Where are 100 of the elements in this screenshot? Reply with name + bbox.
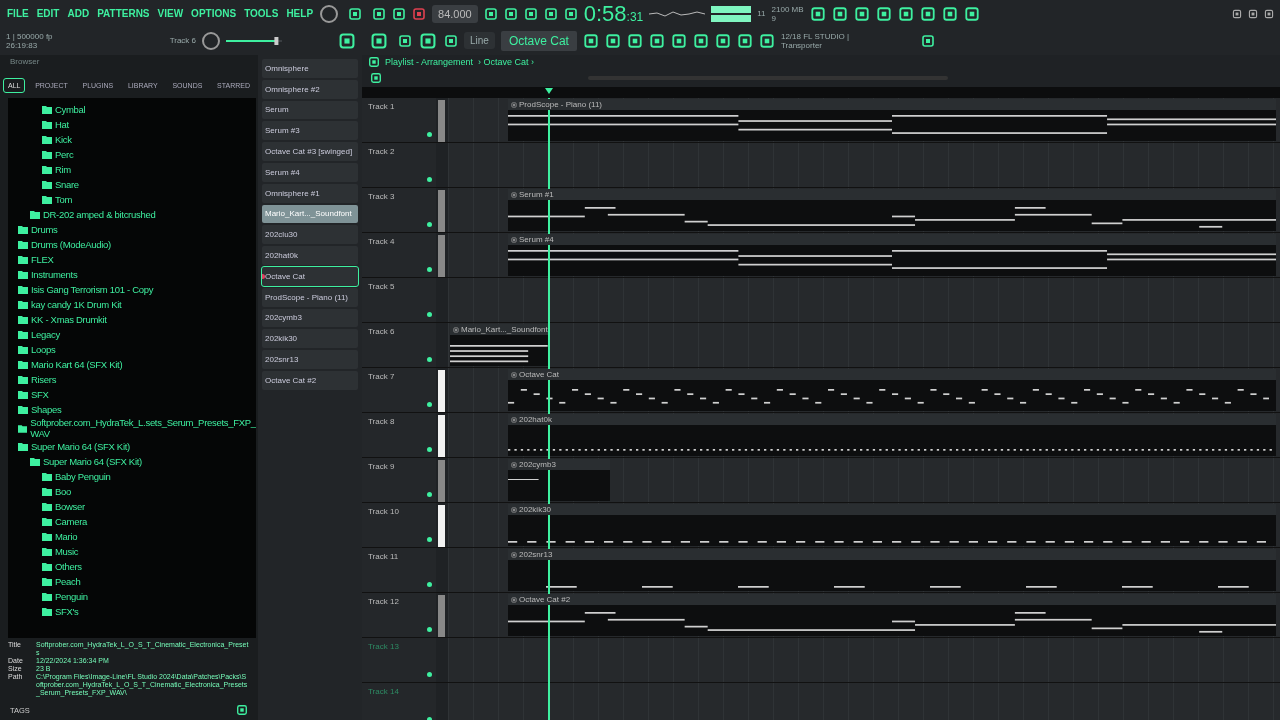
- folder-label[interactable]: Camera: [55, 516, 87, 527]
- folder-label[interactable]: KK - Xmas Drumkit: [31, 314, 107, 325]
- folder-label[interactable]: Risers: [31, 374, 57, 385]
- track-lane[interactable]: [448, 638, 1280, 682]
- mute-dot[interactable]: [427, 537, 432, 542]
- pattern-item[interactable]: ProdScope - Piano (11): [262, 287, 358, 307]
- breadcrumb[interactable]: › Octave Cat ›: [478, 57, 535, 67]
- tempo-display[interactable]: 84.000: [432, 4, 478, 23]
- track-header[interactable]: Track 1: [362, 98, 436, 142]
- pattern-item[interactable]: 202cymb3: [262, 308, 358, 328]
- mute-dot[interactable]: [427, 267, 432, 272]
- track-header[interactable]: Track 14: [362, 683, 436, 720]
- news-text[interactable]: 12/18 FL STUDIO |: [780, 31, 849, 41]
- folder-label[interactable]: Kick: [55, 134, 72, 145]
- folder-label[interactable]: FLEX: [31, 254, 54, 265]
- pattern-item[interactable]: 202snr13: [262, 350, 358, 369]
- menu-item[interactable]: EDIT: [35, 8, 61, 19]
- pattern-item[interactable]: Serum #3: [262, 121, 358, 141]
- track-lane[interactable]: [448, 683, 1280, 720]
- track-header[interactable]: Track 6: [362, 323, 436, 367]
- track-header[interactable]: Track 9: [362, 458, 436, 502]
- track-header[interactable]: Track 5: [362, 278, 436, 322]
- mute-dot[interactable]: [427, 357, 432, 362]
- mute-dot[interactable]: [427, 492, 432, 497]
- track-header[interactable]: Track 12: [362, 593, 436, 637]
- pattern-item[interactable]: Serum #4: [262, 163, 358, 182]
- folder-label[interactable]: Rim: [55, 164, 71, 175]
- pattern-item[interactable]: Octave Cat #3 [swinged]: [262, 142, 358, 161]
- folder-label[interactable]: Mario Kart 64 (SFX Kit): [31, 359, 123, 370]
- track-header[interactable]: Track 11: [362, 548, 436, 592]
- folder-label[interactable]: Loops: [31, 344, 56, 355]
- menu-item[interactable]: FILE: [6, 8, 30, 19]
- folder-label[interactable]: Drums (ModeAudio): [31, 239, 111, 250]
- track-header[interactable]: Track 8: [362, 413, 436, 457]
- volume-knob[interactable]: [320, 4, 339, 23]
- pattern-item[interactable]: Serum: [262, 100, 358, 120]
- mute-dot[interactable]: [427, 402, 432, 407]
- folder-label[interactable]: Super Mario 64 (SFX Kit): [31, 441, 130, 452]
- track-header[interactable]: Track 2: [362, 143, 436, 187]
- track-lane[interactable]: Mario_Kart..._Soundfont: [448, 323, 1280, 367]
- folder-label[interactable]: Instruments: [31, 269, 78, 280]
- pattern-item[interactable]: 202clu30: [262, 225, 358, 245]
- mute-dot[interactable]: [427, 672, 432, 677]
- pattern-item[interactable]: Omnisphere: [262, 59, 358, 78]
- track-header[interactable]: Track 3: [362, 188, 436, 232]
- folder-label[interactable]: SFX: [31, 389, 49, 400]
- pattern-item[interactable]: Omnisphere #1: [262, 183, 358, 203]
- menu-item[interactable]: VIEW: [156, 8, 185, 19]
- folder-label[interactable]: Peach: [55, 576, 81, 587]
- mute-dot[interactable]: [427, 627, 432, 632]
- playhead-line[interactable]: [548, 98, 550, 720]
- folder-label[interactable]: SFX's: [55, 606, 79, 617]
- mute-dot[interactable]: [427, 132, 432, 137]
- track-header[interactable]: Track 10: [362, 503, 436, 547]
- folder-label[interactable]: Mario: [55, 531, 78, 542]
- pattern-item[interactable]: Omnisphere #2: [262, 79, 358, 99]
- mute-dot[interactable]: [427, 582, 432, 587]
- playhead-marker-icon[interactable]: [545, 87, 553, 94]
- folder-label[interactable]: Penguin: [55, 591, 88, 602]
- folder-label[interactable]: Perc: [55, 149, 74, 160]
- track-lane[interactable]: [448, 143, 1280, 187]
- folder-label[interactable]: Legacy: [31, 329, 60, 340]
- folder-label[interactable]: Boo: [55, 486, 71, 497]
- mute-dot[interactable]: [427, 312, 432, 317]
- mute-dot[interactable]: [427, 447, 432, 452]
- news-text[interactable]: Transporter: [780, 40, 849, 50]
- folder-label[interactable]: Music: [55, 546, 79, 557]
- folder-label[interactable]: Bowser: [55, 501, 85, 512]
- menu-item[interactable]: PATTERNS: [96, 8, 151, 19]
- folder-label[interactable]: Super Mario 64 (SFX Kit): [43, 456, 142, 467]
- folder-label[interactable]: kay candy 1K Drum Kit: [31, 299, 122, 310]
- snap-dropdown[interactable]: Line: [464, 32, 495, 49]
- track-header[interactable]: Track 7: [362, 368, 436, 412]
- folder-label[interactable]: Softprober.com_HydraTek_L.sets_Serum_Presets_FXP_WAV: [30, 417, 256, 439]
- folder-label[interactable]: Shapes: [31, 404, 62, 415]
- pattern-item[interactable]: Octave Cat #2: [262, 370, 358, 390]
- menu-item[interactable]: OPTIONS: [190, 8, 238, 19]
- mute-dot[interactable]: [427, 222, 432, 227]
- folder-label[interactable]: Tom: [55, 194, 73, 205]
- folder-label[interactable]: Hat: [55, 119, 69, 130]
- track-lane[interactable]: [448, 278, 1280, 322]
- track-header[interactable]: Track 4: [362, 233, 436, 277]
- pattern-selector[interactable]: Octave Cat: [500, 30, 577, 51]
- pattern-clip[interactable]: 202cymb3: [508, 459, 610, 501]
- pattern-item[interactable]: 202hat0k: [262, 246, 358, 265]
- folder-label[interactable]: Isis Gang Terrorism 101 - Copy: [31, 284, 154, 295]
- master-slider[interactable]: [226, 36, 282, 45]
- folder-label[interactable]: Snare: [55, 179, 79, 190]
- track-lane[interactable]: 202cymb3: [448, 458, 1280, 502]
- menu-item[interactable]: HELP: [285, 8, 315, 19]
- mute-dot[interactable]: [427, 177, 432, 182]
- folder-label[interactable]: Others: [55, 561, 82, 572]
- folder-label[interactable]: Drums: [31, 224, 58, 235]
- folder-label[interactable]: Baby Penguin: [55, 471, 111, 482]
- pattern-item[interactable]: 202kik30: [262, 329, 358, 349]
- track-header[interactable]: Track 13: [362, 638, 436, 682]
- folder-label[interactable]: DR-202 amped & bitcrushed: [43, 209, 156, 220]
- menu-item[interactable]: TOOLS: [243, 8, 280, 19]
- pattern-item[interactable]: Octave Cat: [262, 266, 358, 286]
- folder-label[interactable]: Cymbal: [55, 104, 86, 115]
